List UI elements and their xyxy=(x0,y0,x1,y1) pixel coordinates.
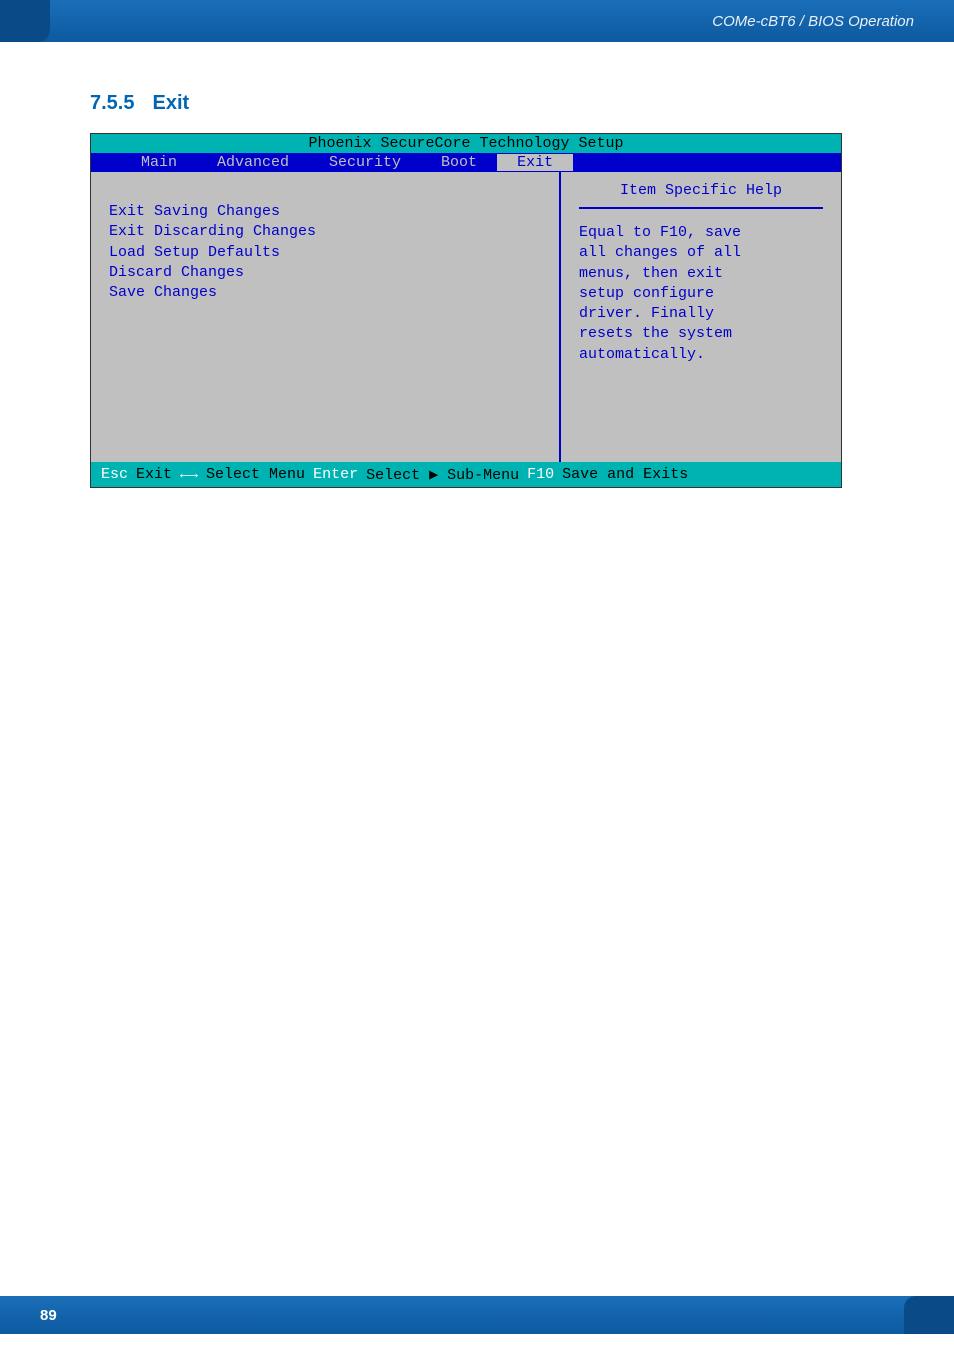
bios-footer: Esc Exit ←→ Select Menu Enter Select ▶ S… xyxy=(91,462,841,487)
bios-body: Exit Saving Changes Exit Discarding Chan… xyxy=(91,172,841,462)
bios-tab-exit[interactable]: Exit xyxy=(497,154,573,171)
bios-help-title: Item Specific Help xyxy=(579,182,823,209)
bios-label-save: Save and Exits xyxy=(562,466,688,483)
section-number: 7.5.5 xyxy=(90,92,134,114)
bios-tab-security[interactable]: Security xyxy=(309,154,421,171)
bios-main-panel: Exit Saving Changes Exit Discarding Chan… xyxy=(91,172,561,462)
bios-key-enter: Enter xyxy=(313,466,358,483)
bios-tab-advanced[interactable]: Advanced xyxy=(197,154,309,171)
bios-menu-load-defaults[interactable]: Load Setup Defaults xyxy=(109,243,541,263)
section-heading: 7.5.5 Exit xyxy=(90,92,894,115)
content-area: 7.5.5 Exit Phoenix SecureCore Technology … xyxy=(0,42,954,518)
footer-corner-right xyxy=(904,1296,954,1334)
page-header: COMe-cBT6 / BIOS Operation xyxy=(0,0,954,42)
bios-help-panel: Item Specific Help Equal to F10, save al… xyxy=(561,172,841,462)
bios-menu-exit-discarding[interactable]: Exit Discarding Changes xyxy=(109,222,541,242)
page-number: 89 xyxy=(40,1307,57,1324)
bios-menu-discard-changes[interactable]: Discard Changes xyxy=(109,263,541,283)
bios-menu-exit-saving[interactable]: Exit Saving Changes xyxy=(109,202,541,222)
bios-tab-main[interactable]: Main xyxy=(121,154,197,171)
footer-bar: 89 xyxy=(0,1296,954,1334)
bios-tab-boot[interactable]: Boot xyxy=(421,154,497,171)
bios-help-text: Equal to F10, save all changes of all me… xyxy=(579,223,823,365)
bios-title: Phoenix SecureCore Technology Setup xyxy=(91,134,841,153)
breadcrumb: COMe-cBT6 / BIOS Operation xyxy=(712,13,914,30)
bios-label-exit: Exit xyxy=(136,466,172,483)
header-corner-left xyxy=(0,0,50,42)
bios-key-f10: F10 xyxy=(527,466,554,483)
bios-menu-save-changes[interactable]: Save Changes xyxy=(109,283,541,303)
bios-label-submenu: Select ▶ Sub-Menu xyxy=(366,465,519,484)
section-title: Exit xyxy=(152,92,189,114)
bios-tabs: Main Advanced Security Boot Exit xyxy=(91,153,841,172)
bios-key-arrows: ←→ xyxy=(180,466,198,483)
page-footer: 89 xyxy=(0,1296,954,1351)
bios-label-selectmenu: Select Menu xyxy=(206,466,305,483)
bios-screenshot: Phoenix SecureCore Technology Setup Main… xyxy=(90,133,842,488)
bios-key-esc: Esc xyxy=(101,466,128,483)
